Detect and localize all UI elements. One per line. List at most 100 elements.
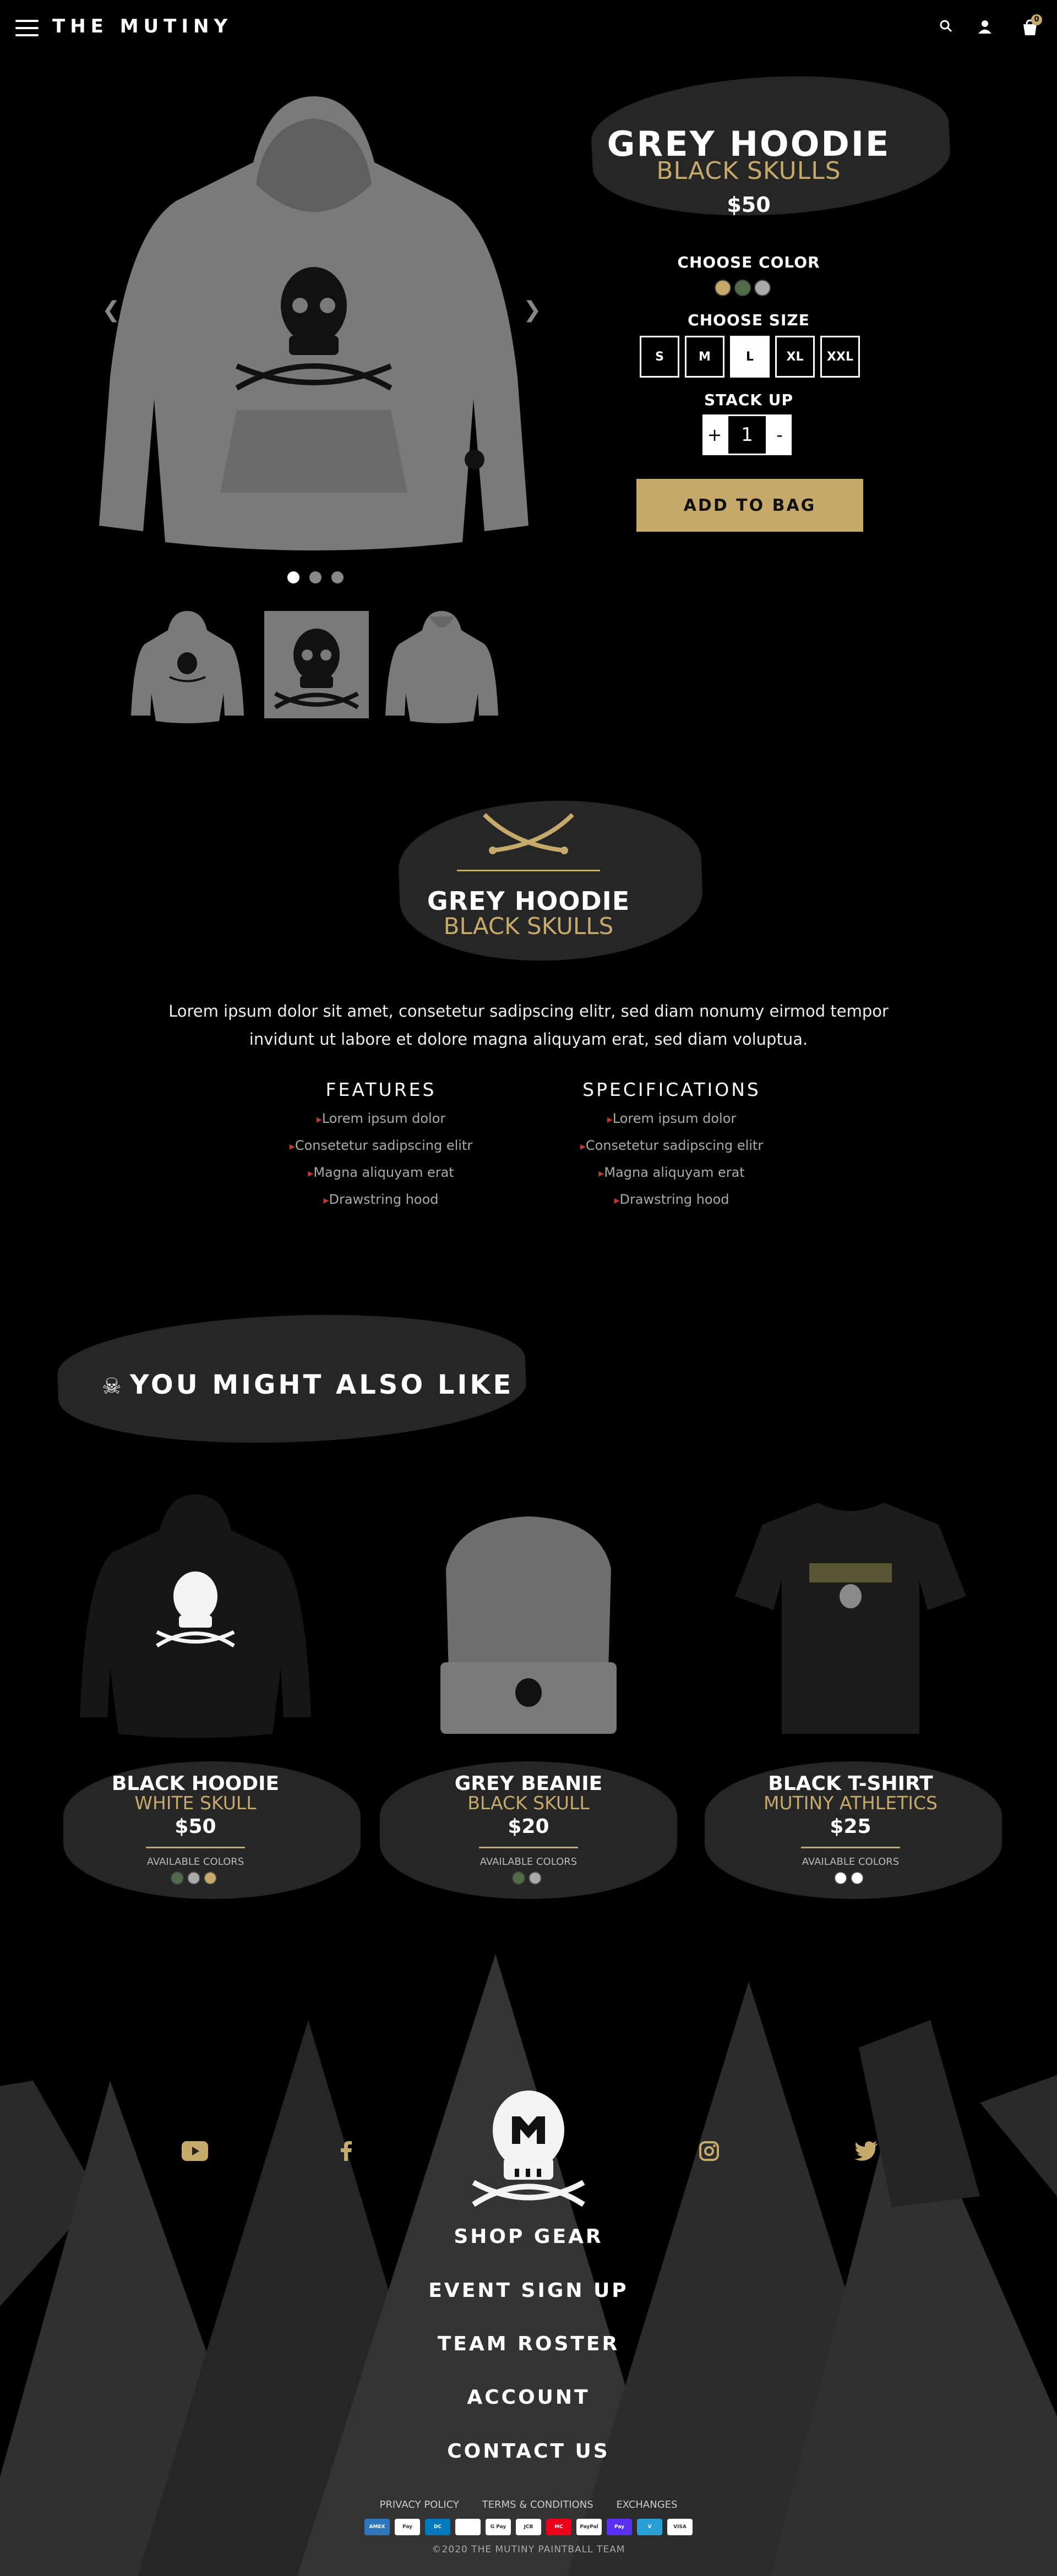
details-title: GREY HOODIE [427,886,630,916]
related-item-subtitle: BLACK SKULL [467,1792,590,1814]
exchanges-link[interactable]: EXCHANGES [616,2499,677,2510]
stack-up-label: STACK UP [704,391,793,409]
quantity-value[interactable]: 1 [727,414,767,455]
cart-count-badge: 0 [1031,14,1042,25]
available-colors-label: AVAILABLE COLORS [480,1856,577,1868]
instagram-icon[interactable] [699,2141,719,2161]
footer-nav-event-sign-up[interactable]: EVENT SIGN UP [363,2279,694,2302]
related-item-title[interactable]: GREY BEANIE [380,1772,677,1795]
footer-legal-links: PRIVACY POLICY TERMS & CONDITIONS EXCHAN… [363,2499,694,2510]
footer-background-image [0,1921,1057,2576]
size-option-xxl[interactable]: XXL [820,336,860,378]
color-swatch[interactable] [715,280,731,296]
feature-item: Drawstring hood [271,1192,491,1219]
details-subtitle: BLACK SKULLS [443,913,614,940]
size-option-xl[interactable]: XL [775,336,815,378]
color-swatch[interactable] [204,1871,217,1885]
product-price: $50 [727,193,771,217]
color-swatch[interactable] [851,1871,864,1885]
spec-item: Drawstring hood [562,1192,782,1219]
footer-nav-contact-us[interactable]: CONTACT US [363,2440,694,2463]
color-swatch[interactable] [754,280,771,296]
payment-badge: PayPal [576,2519,602,2535]
specifications-list: Lorem ipsum dolor Consetetur sadipscing … [562,1111,782,1219]
privacy-policy-link[interactable]: PRIVACY POLICY [380,2499,459,2510]
color-swatch[interactable] [734,280,751,296]
related-product-image[interactable] [407,1486,650,1745]
product-description: Lorem ipsum dolor sit amet, consetetur s… [168,1002,889,1049]
site-header: THE MUTINY 0 [0,0,1057,55]
crossed-swords-icon [483,813,574,854]
choose-color-label: CHOOSE COLOR [677,253,820,271]
choose-size-label: CHOOSE SIZE [688,311,810,329]
brand-logo[interactable]: THE MUTINY [52,15,232,37]
divider [801,1847,900,1848]
quantity-stepper: + 1 - [702,414,792,455]
carousel-dot[interactable] [309,571,322,583]
footer-nav-shop-gear[interactable]: SHOP GEAR [363,2225,694,2248]
carousel-dots [287,571,353,586]
quantity-increase-button[interactable]: + [702,414,727,455]
payment-badge: V [637,2519,662,2535]
footer-nav-team-roster[interactable]: TEAM ROSTER [363,2333,694,2355]
available-colors-label: AVAILABLE COLORS [146,1856,244,1868]
divider [457,870,600,871]
specifications-heading: SPECIFICATIONS [582,1079,761,1100]
skull-icon: ☠ [102,1374,124,1399]
product-image-main [99,96,528,550]
related-product-image[interactable] [729,1486,972,1745]
spec-item: Magna aliquyam erat [562,1165,782,1192]
copyright: ©2020 THE MUTINY PAINTBALL TEAM [432,2544,625,2555]
payment-badge: MC [546,2519,571,2535]
color-swatch[interactable] [171,1871,184,1885]
available-colors-label: AVAILABLE COLORS [802,1856,900,1868]
color-swatch[interactable] [187,1871,200,1885]
color-swatch[interactable] [512,1871,525,1885]
product-thumbnail-front[interactable] [131,605,244,724]
color-swatch[interactable] [528,1871,542,1885]
product-thumbnail-detail[interactable] [264,605,369,724]
payment-badge: G Pay [486,2519,511,2535]
features-heading: FEATURES [325,1079,437,1100]
carousel-dot[interactable] [331,571,344,583]
user-icon[interactable] [977,19,993,34]
related-item-colors [380,1871,677,1887]
menu-icon[interactable] [15,20,39,36]
add-to-bag-button[interactable]: ADD TO BAG [636,479,863,532]
cart-icon[interactable]: 0 [1021,14,1043,36]
feature-item: Magna aliquyam erat [271,1165,491,1192]
product-subtitle: BLACK SKULLS [656,157,841,185]
related-item-title[interactable]: BLACK HOODIE [47,1772,344,1795]
youtube-icon[interactable] [182,2141,208,2161]
skull-logo-icon [472,2091,585,2207]
payment-badge: Pay [395,2519,420,2535]
related-item-subtitle: MUTINY ATHLETICS [764,1792,938,1814]
related-item-colors [47,1871,344,1887]
size-option-s[interactable]: S [640,336,679,378]
color-swatch[interactable] [834,1871,847,1885]
size-option-m[interactable]: M [685,336,724,378]
terms-link[interactable]: TERMS & CONDITIONS [482,2499,593,2510]
quantity-decrease-button[interactable]: - [767,414,792,455]
features-list: Lorem ipsum dolor Consetetur sadipscing … [271,1111,491,1219]
size-option-l[interactable]: L [730,336,770,378]
search-icon[interactable] [939,19,953,33]
payment-badge: VISA [667,2519,693,2535]
carousel-dot[interactable] [287,571,299,583]
related-item-price: $20 [508,1815,549,1838]
related-heading: ☠ YOU MIGHT ALSO LIKE [102,1369,514,1400]
payment-badge: Pay [607,2519,632,2535]
payment-badge: DC [425,2519,450,2535]
color-swatches [715,280,774,298]
product-thumbnail-back[interactable] [385,605,498,724]
twitter-icon[interactable] [854,2141,878,2161]
related-item-price: $50 [175,1815,216,1838]
payment-methods: AMEX Pay DC G Pay JCB MC PayPal Pay V VISA [352,2519,705,2535]
related-product-image[interactable] [74,1486,317,1745]
facebook-icon[interactable] [340,2141,352,2161]
related-item-title[interactable]: BLACK T-SHIRT [702,1772,999,1795]
footer-nav-account[interactable]: ACCOUNT [363,2386,694,2409]
related-item-price: $25 [830,1815,871,1838]
related-item-colors [702,1871,999,1887]
feature-item: Consetetur sadipscing elitr [271,1138,491,1165]
